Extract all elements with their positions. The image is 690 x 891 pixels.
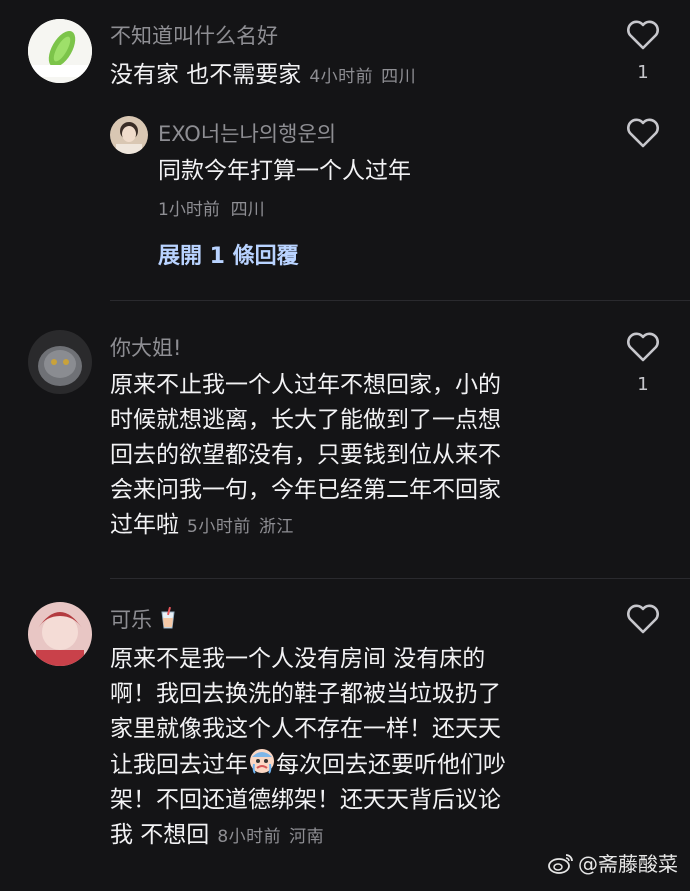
avatar[interactable]: [28, 602, 92, 666]
like-count: 1: [637, 374, 649, 395]
comment-line: 原来不止我一个人过年不想回家，小的: [110, 372, 501, 398]
comment-line: 让我回去过年: [110, 752, 248, 778]
heart-outline-icon: [627, 20, 659, 50]
watermark: @斋藤酸菜: [548, 848, 678, 877]
expand-replies-link[interactable]: 展開 1 條回覆: [158, 238, 299, 270]
avatar[interactable]: [28, 19, 92, 83]
comment-line: 每次回去还要听他们吵: [276, 752, 506, 778]
comment-line: 架！不回还道德绑架！还天天背后议论: [110, 787, 501, 813]
reply-location: 四川: [230, 200, 265, 220]
comment-username-text[interactable]: 可乐: [110, 608, 152, 632]
comment-username[interactable]: 不知道叫什么名好: [110, 20, 278, 50]
like-button[interactable]: [626, 332, 660, 362]
comment-line: 会来问我一句，今年已经第二年不回家: [110, 477, 501, 503]
reply-avatar[interactable]: [110, 116, 148, 154]
comment-location: 浙江: [258, 517, 294, 537]
comment-body: 没有家 也不需要家 4小时前 四川: [110, 58, 416, 95]
cup-emoji-icon: [161, 606, 175, 629]
avatar-image: [28, 330, 92, 394]
heart-outline-icon: [627, 604, 659, 634]
reply-like-button[interactable]: [626, 118, 660, 148]
comment-username: 可乐: [110, 604, 177, 634]
crying-face-emoji-icon: [250, 749, 274, 774]
avatar[interactable]: [28, 330, 92, 394]
like-button[interactable]: [626, 20, 660, 50]
like-count: 1: [637, 62, 649, 83]
comment-time: 5小时前: [187, 517, 251, 537]
comment-item: 不知道叫什么名好 没有家 也不需要家 4小时前 四川 1 EXO너는나의행운의 同款…: [0, 0, 690, 300]
reply-time: 1小时前: [158, 200, 220, 220]
comment-body: 原来不止我一个人过年不想回家，小的 时候就想逃离，长大了能做到了一点想 回去的欲…: [110, 368, 501, 545]
comment-time: 8小时前: [217, 827, 282, 847]
avatar-image: [28, 602, 92, 666]
avatar-image: [28, 19, 92, 83]
heart-outline-icon: [627, 118, 659, 148]
comment-location: 河南: [289, 827, 325, 847]
watermark-text: @斋藤酸菜: [578, 852, 678, 876]
comment-line: 我 不想回: [110, 822, 210, 848]
like-button[interactable]: [626, 604, 660, 634]
comment-line: 啊！我回去换洗的鞋子都被当垃圾扔了: [110, 681, 501, 707]
comment-location: 四川: [381, 67, 417, 87]
reply-username[interactable]: EXO너는나의행운의: [158, 118, 336, 148]
comment-body: 原来不是我一个人没有房间 没有床的 啊！我回去换洗的鞋子都被当垃圾扔了 家里就像…: [110, 642, 506, 855]
comment-username[interactable]: 你大姐!: [110, 332, 181, 362]
weibo-logo-icon: [548, 853, 573, 874]
reply-meta: 1小时前 四川: [158, 195, 265, 220]
comment-line: 没有家 也不需要家: [110, 62, 302, 88]
comment-line: 原来不是我一个人没有房间 没有床的: [110, 646, 486, 672]
reply-body: 同款今年打算一个人过年: [158, 158, 411, 184]
avatar-image: [110, 116, 148, 154]
comment-line: 过年啦: [110, 512, 179, 538]
heart-outline-icon: [627, 332, 659, 362]
comment-line: 时候就想逃离，长大了能做到了一点想: [110, 407, 501, 433]
comment-item: 可乐 原来不是我一个人没有房间 没有床的 啊！我回去换洗的鞋子都被当垃圾扔了 家…: [0, 578, 690, 891]
comment-line: 家里就像我这个人不存在一样！还天天: [110, 716, 501, 742]
comment-item: 你大姐! 原来不止我一个人过年不想回家，小的 时候就想逃离，长大了能做到了一点想…: [0, 300, 690, 580]
comment-time: 4小时前: [309, 67, 374, 87]
comment-line: 回去的欲望都没有，只要钱到位从来不: [110, 442, 501, 468]
